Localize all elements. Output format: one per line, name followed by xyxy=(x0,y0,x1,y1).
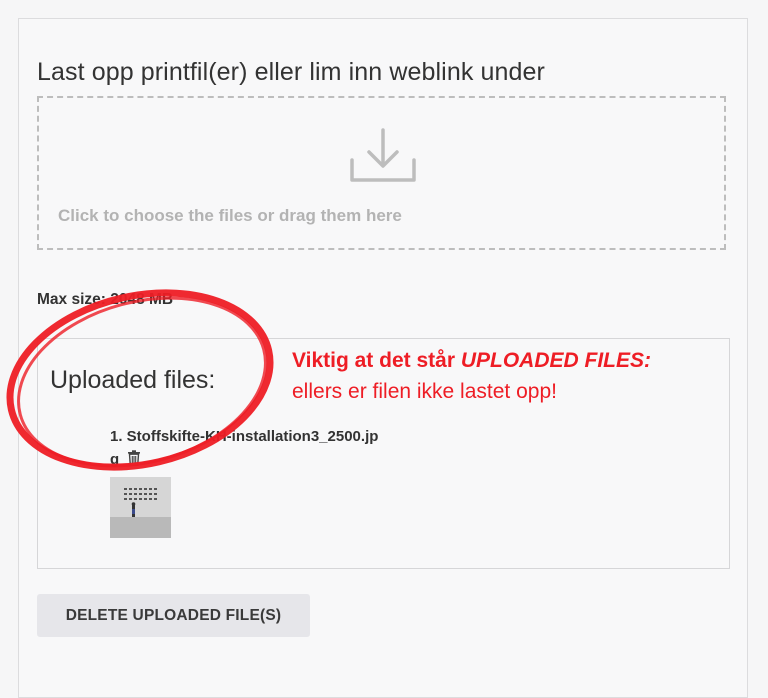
upload-title: Last opp printfil(er) eller lim inn webl… xyxy=(37,58,545,86)
annotation-note: Viktig at det står UPLOADED FILES: xyxy=(292,349,651,373)
delete-uploaded-files-button[interactable]: DELETE UPLOADED FILE(S) xyxy=(37,594,310,637)
file-name: 1. Stoffskifte-KH-installation3_2500.jpg xyxy=(110,428,379,468)
annotation-warning: ellers er filen ikke lastet opp! xyxy=(292,380,557,403)
download-icon xyxy=(350,128,416,182)
dropzone-hint: Click to choose the files or drag them h… xyxy=(58,206,402,225)
max-size-label: Max size: 2048 MB xyxy=(37,291,174,308)
uploaded-file-item: 1. Stoffskifte-KH-installation3_2500.jpg xyxy=(110,425,385,471)
file-thumbnail xyxy=(110,477,171,538)
annotation-emphasis: UPLOADED FILES: xyxy=(460,349,652,372)
uploaded-files-title: Uploaded files: xyxy=(50,366,216,394)
trash-icon[interactable] xyxy=(127,450,141,466)
annotation-prefix: Viktig at det står xyxy=(292,349,461,372)
file-dropzone[interactable]: Click to choose the files or drag them h… xyxy=(37,96,726,250)
